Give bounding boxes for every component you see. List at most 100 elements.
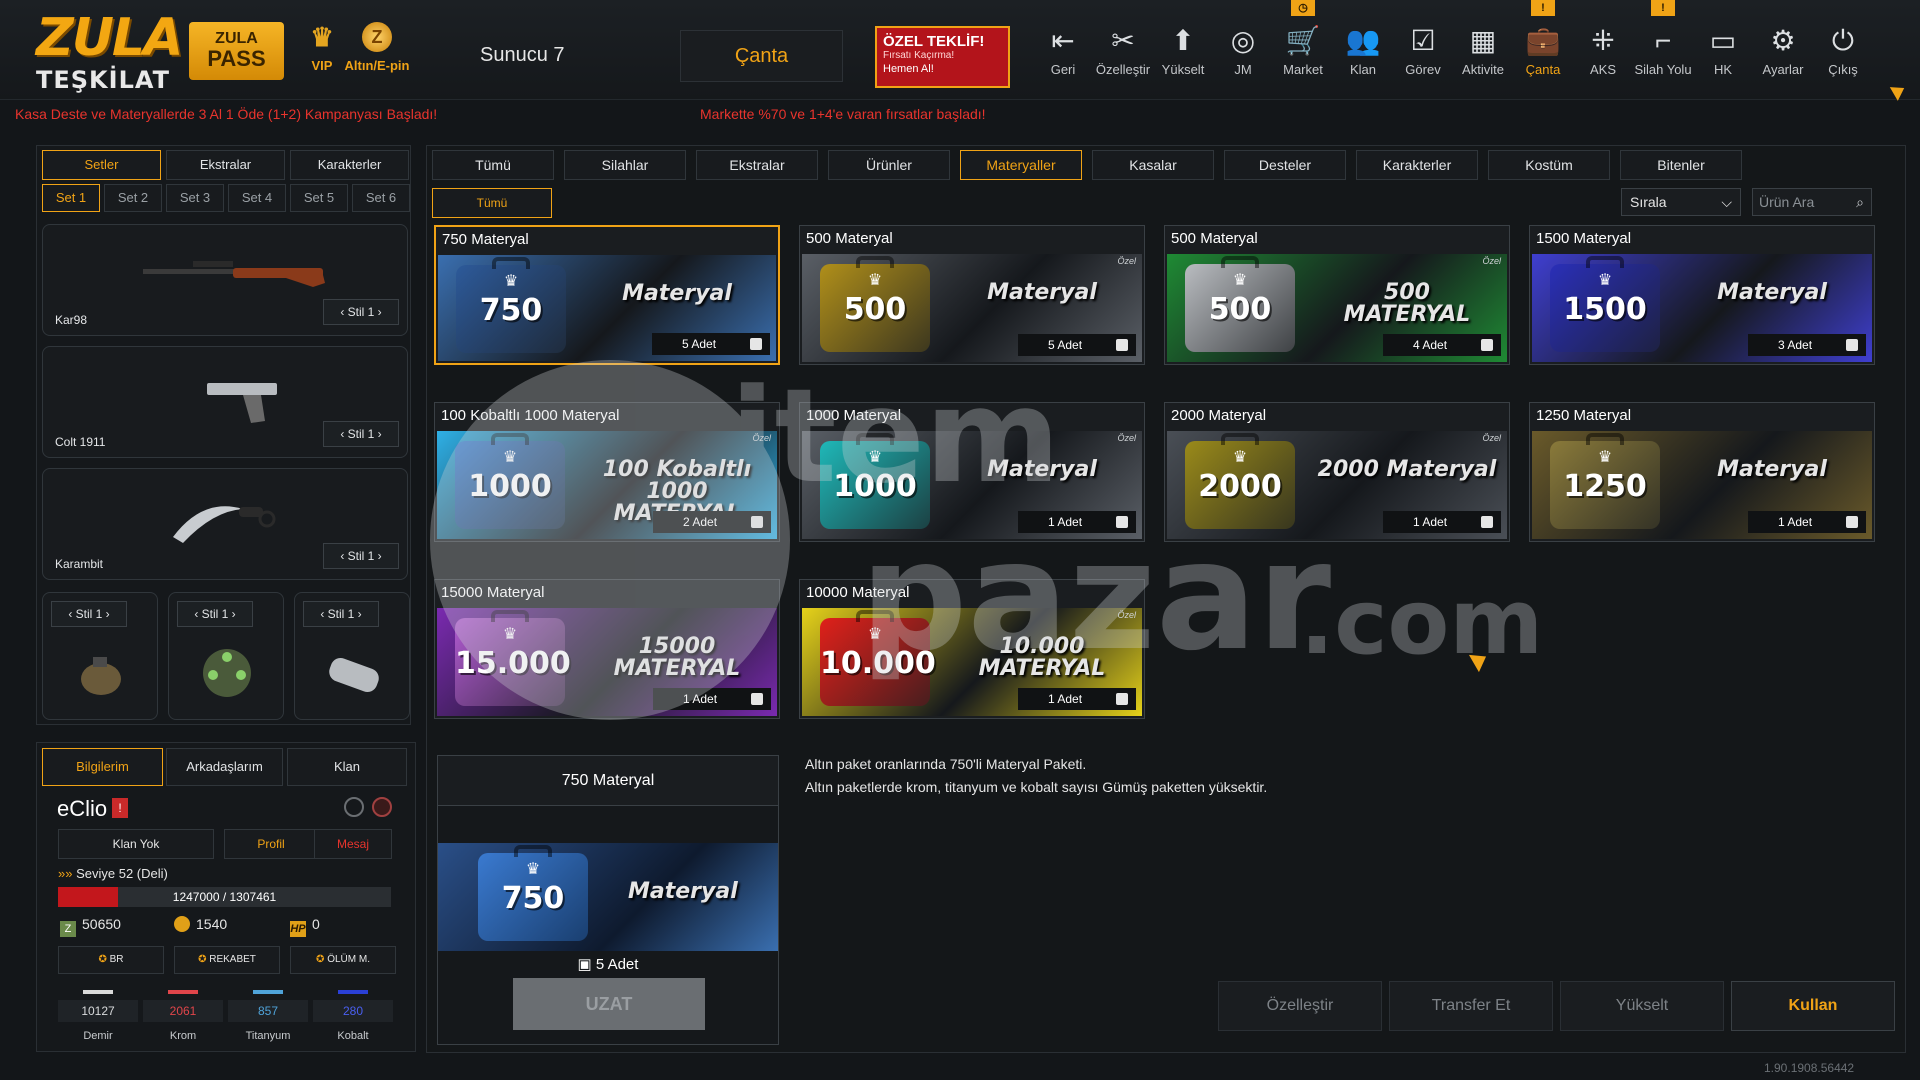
nav-aktivite[interactable]: ▦ Aktivite [1453,24,1513,77]
category-tab-silahlar[interactable]: Silahlar [564,150,686,180]
canta-button[interactable]: Çanta [680,30,843,82]
nav-gorev[interactable]: ☑ Görev [1393,24,1453,77]
nav-aks[interactable]: ⁜ AKS [1573,24,1633,77]
style-selector[interactable]: ‹ Stil 1 › [303,601,379,627]
material-krom: 2061 Krom [143,990,223,1042]
nav-geri[interactable]: ⇤ Geri [1033,24,1093,77]
silah-yolu-alert-badge: ! [1651,0,1675,16]
tab-ekstralar[interactable]: Ekstralar [166,150,285,180]
altin-epin-button[interactable]: Z Altın/E-pin [341,22,413,73]
item-card[interactable]: 100 Kobaltlı 1000 Materyal Özel ♛ 1000 100 K… [434,402,780,542]
nav-yukselt[interactable]: ⬆ Yükselt [1153,24,1213,77]
item-card[interactable]: 1500 Materyal ♛ 1500 Materyal 3 Adet [1529,225,1875,365]
tab-bilgilerim[interactable]: Bilgilerim [42,748,163,786]
style-selector[interactable]: ‹ Stil 1 › [51,601,127,627]
nav-canta[interactable]: ! 💼 Çanta [1513,0,1573,77]
case-icon: ♛ 1250 [1550,433,1660,529]
material-color-bar [338,990,368,994]
tab-setler[interactable]: Setler [42,150,161,180]
profil-button[interactable]: Profil [224,829,318,859]
klan-yok-button[interactable]: Klan Yok [58,829,214,859]
tab-klan[interactable]: Klan [287,748,407,786]
case-icon: ♛ 2000 [1185,433,1295,529]
item-card[interactable]: 500 Materyal Özel ♛ 500 500 MATERYAL 4 Adet [1164,225,1510,365]
item-card[interactable]: 1000 Materyal Özel ♛ 1000 Materyal 1 Adet [799,402,1145,542]
case-icon: ♛ 15.000 [455,610,571,706]
item-card[interactable]: 1250 Materyal ♛ 1250 Materyal 1 Adet [1529,402,1875,542]
material-value: 857 [228,1000,308,1022]
item-card[interactable]: 15000 Materyal ♛ 15.000 15000 MATERYAL 1 Ade… [434,579,780,719]
item-image: Özel ♛ 10.000 10.000 MATERYAL 1 Adet [802,608,1142,716]
style-selector[interactable]: ‹ Stil 1 › [323,421,399,447]
grenade-slot-3[interactable]: ‹ Stil 1 › [294,592,410,720]
category-tab-bitenler[interactable]: Bitenler [1620,150,1742,180]
sort-dropdown[interactable]: Sırala ⌵ [1621,188,1741,216]
subtab-tumu[interactable]: Tümü [432,188,552,218]
category-tab-kasalar[interactable]: Kasalar [1092,150,1214,180]
mode-olum-button[interactable]: ✪ ÖLÜM M. [290,946,396,974]
set-tab-5[interactable]: Set 5 [290,184,348,212]
search-input[interactable]: Ürün Ara ⌕ [1752,188,1872,216]
grenade-slot-2[interactable]: ‹ Stil 1 › [168,592,284,720]
box-icon [750,338,762,350]
category-tab-materyaller[interactable]: Materyaller [960,150,1082,180]
category-tab-desteler[interactable]: Desteler [1224,150,1346,180]
material-color-bar [168,990,198,994]
item-caption: 15000 MATERYAL [613,634,741,681]
item-caption: 500 MATERYAL [1343,280,1471,327]
zula-pass-button[interactable]: ZULA PASS [189,22,284,80]
nav-label: AKS [1589,62,1616,77]
gold-coin-icon: Z [362,22,392,52]
block-icon[interactable] [344,797,364,817]
style-selector[interactable]: ‹ Stil 1 › [323,543,399,569]
nav-klan[interactable]: 👥 Klan [1333,24,1393,77]
uzat-button[interactable]: UZAT [513,978,705,1030]
category-tab-ekstralar[interactable]: Ekstralar [696,150,818,180]
set-tab-6[interactable]: Set 6 [352,184,410,212]
mode-br-button[interactable]: ✪ BR [58,946,164,974]
material-value: 280 [313,1000,393,1022]
special-offer-banner[interactable]: ÖZEL TEKLİF! Fırsatı Kaçırma! Hemen Al! [875,26,1010,88]
transfer-button[interactable]: Transfer Et [1389,981,1553,1031]
item-card[interactable]: 2000 Materyal Özel ♛ 2000 2000 Materyal 1 Ade… [1164,402,1510,542]
category-tab-kostum[interactable]: Kostüm [1488,150,1610,180]
style-selector[interactable]: ‹ Stil 1 › [323,299,399,325]
item-card[interactable]: 750 Materyal ♛ 750 Materyal 5 Adet [434,225,780,365]
item-card[interactable]: 10000 Materyal Özel ♛ 10.000 10.000 MATERYAL… [799,579,1145,719]
item-card[interactable]: 500 Materyal Özel ♛ 500 Materyal 5 Adet [799,225,1145,365]
item-title: 2000 Materyal [1171,407,1267,424]
nav-label: JM [1234,62,1252,77]
item-title: 1000 Materyal [806,407,902,424]
nav-hk[interactable]: ▭ HK [1693,24,1753,77]
nav-ayarlar[interactable]: ⚙ Ayarlar [1753,24,1813,77]
grenade-slot-1[interactable]: ‹ Stil 1 › [42,592,158,720]
set-tab-1[interactable]: Set 1 [42,184,100,212]
nav-market[interactable]: ◷ 🛒 Market [1273,0,1333,77]
ozel-tag: Özel [1117,610,1136,620]
kullan-button[interactable]: Kullan [1731,981,1895,1031]
weapon-slot-melee[interactable]: Karambit ‹ Stil 1 › [42,468,408,580]
category-tab-urunler[interactable]: Ürünler [828,150,950,180]
set-tab-3[interactable]: Set 3 [166,184,224,212]
nav-cikis[interactable]: ⏻ Çıkış [1813,24,1873,77]
box-icon [1846,339,1858,351]
weapon-slot-pistol[interactable]: Colt 1911 ‹ Stil 1 › [42,346,408,458]
set-tab-2[interactable]: Set 2 [104,184,162,212]
ozellestir-button[interactable]: Özelleştir [1218,981,1382,1031]
nav-label: Özelleştir [1095,62,1151,77]
back-icon: ⇤ [1051,25,1075,56]
yukselt-button[interactable]: Yükselt [1560,981,1724,1031]
nav-silah-yolu[interactable]: ! ⌐ Silah Yolu [1633,0,1693,77]
nav-ozellestir[interactable]: ✂ Özelleştir [1093,24,1153,77]
mesaj-button[interactable]: Mesaj [314,829,392,859]
style-selector[interactable]: ‹ Stil 1 › [177,601,253,627]
category-tab-tumu[interactable]: Tümü [432,150,554,180]
nav-jm[interactable]: ◎ JM [1213,24,1273,77]
weapon-slot-primary[interactable]: Kar98 ‹ Stil 1 › [42,224,408,336]
mode-rekabet-button[interactable]: ✪ REKABET [174,946,280,974]
set-tab-4[interactable]: Set 4 [228,184,286,212]
gear-icon: ⚙ [1770,25,1796,56]
tab-karakterler[interactable]: Karakterler [290,150,409,180]
category-tab-karakterler[interactable]: Karakterler [1356,150,1478,180]
tab-arkadaslarim[interactable]: Arkadaşlarım [166,748,283,786]
